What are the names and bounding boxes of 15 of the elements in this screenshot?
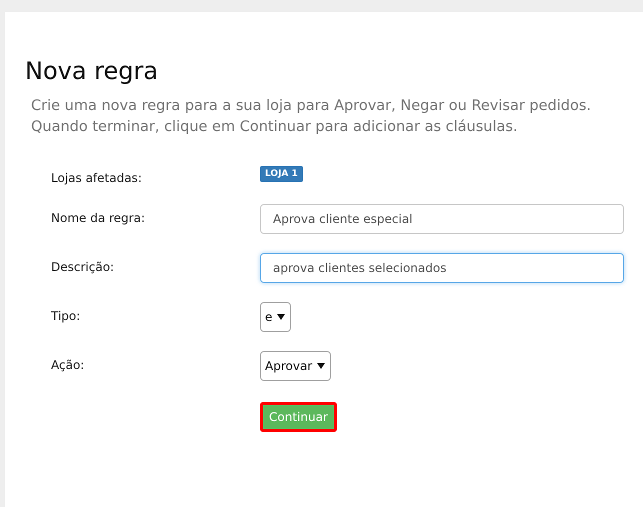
text-field[interactable]: aprova clientes selecionados bbox=[260, 253, 624, 283]
text-field[interactable]: Aprova cliente especial bbox=[260, 204, 624, 234]
page-title: Nova regra bbox=[25, 56, 160, 86]
field-label: Nome da regra: bbox=[51, 210, 146, 225]
caret-icon bbox=[277, 313, 286, 321]
caret-icon bbox=[317, 362, 326, 370]
description-text: Crie uma nova regra para a sua loja para Aprovar, Negar ou Revisar pedidos. bbox=[31, 97, 592, 116]
field-label: Ação: bbox=[51, 357, 86, 372]
field-label: Tipo: bbox=[51, 308, 82, 323]
field-label: Lojas afetadas: bbox=[51, 170, 143, 185]
dropdown[interactable]: e bbox=[260, 302, 292, 332]
store-tag: LOJA 1 bbox=[260, 166, 303, 182]
field-label: Descrição: bbox=[51, 259, 116, 274]
dropdown[interactable]: Aprovar bbox=[260, 351, 332, 381]
description-text: Quando terminar, clique em Continuar para adicionar as cláusulas. bbox=[31, 118, 519, 137]
